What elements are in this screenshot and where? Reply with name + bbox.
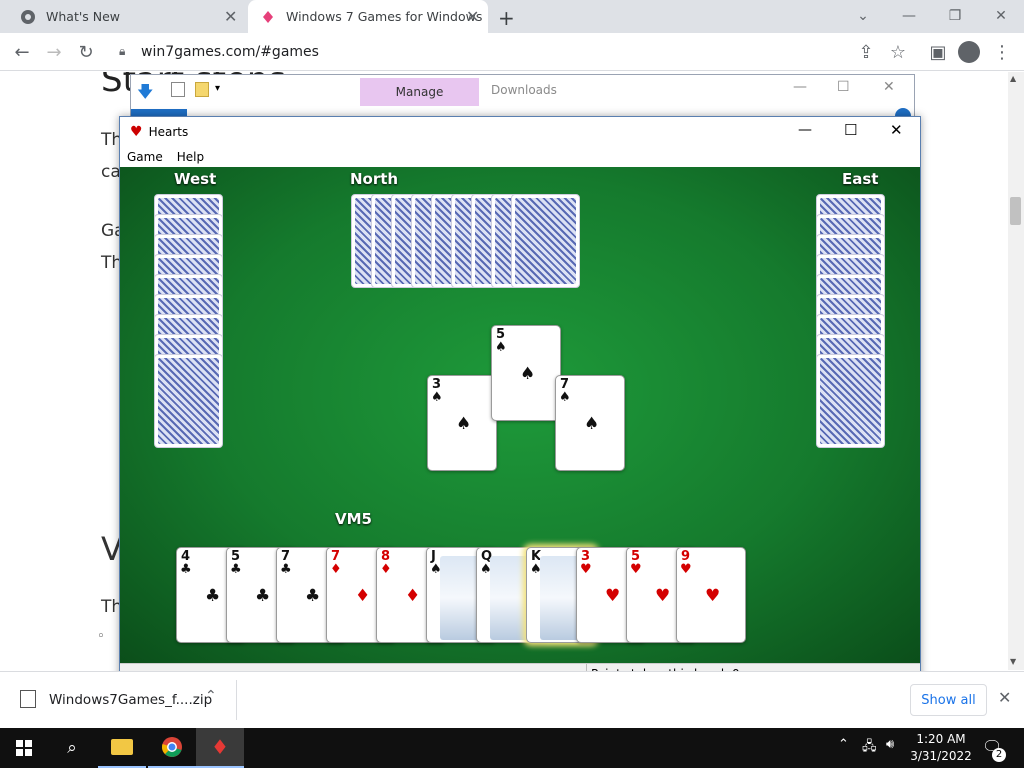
hearts-title-bar: ♥ Hearts — ☐ ✕ <box>120 117 920 147</box>
bookmark-star-icon[interactable]: ☆ <box>886 41 910 63</box>
explorer-maximize-icon[interactable]: ☐ <box>837 79 850 95</box>
card-suit: ♣ <box>230 562 242 577</box>
tab-title: What's New <box>46 9 121 24</box>
page-text-line: ca <box>101 162 121 182</box>
side-panel-icon[interactable]: ▣ <box>926 41 950 63</box>
new-folder-icon[interactable] <box>195 82 209 97</box>
restore-icon[interactable]: ❐ <box>940 4 970 28</box>
east-card-back <box>816 354 885 448</box>
download-filename[interactable]: Windows7Games_f....zip <box>49 692 212 708</box>
window-title: Hearts <box>148 125 189 139</box>
hearts-close-icon[interactable]: ✕ <box>890 121 903 139</box>
show-all-button[interactable]: Show all <box>910 684 987 716</box>
explorer-close-icon[interactable]: ✕ <box>883 79 895 95</box>
close-downloads-icon[interactable]: ✕ <box>998 688 1011 707</box>
download-options-chevron-icon[interactable]: ⌃ <box>205 688 217 704</box>
close-window-icon[interactable]: ✕ <box>986 4 1016 28</box>
explorer-minimize-icon[interactable]: — <box>793 79 807 95</box>
player-east-label: East <box>842 170 879 188</box>
minimize-icon[interactable]: — <box>894 4 924 28</box>
trick-card[interactable]: 7 ♠ ♠ <box>555 375 625 471</box>
profile-avatar-icon[interactable] <box>958 41 980 63</box>
hearts-maximize-icon[interactable]: ☐ <box>844 121 857 139</box>
start-windows-icon[interactable] <box>0 728 48 768</box>
notification-count-badge: 2 <box>992 748 1006 762</box>
card-suit: ♣ <box>180 562 192 577</box>
scrollbar-thumb[interactable] <box>1010 197 1021 225</box>
player-west-label: West <box>174 170 217 188</box>
trick-card[interactable]: 5 ♠ ♠ <box>491 325 561 421</box>
clock-time: 1:20 AM <box>916 732 966 746</box>
card-suit: ♠ <box>495 340 507 355</box>
reload-icon[interactable]: ↻ <box>74 41 98 63</box>
west-card-back <box>154 354 223 448</box>
card-suit: ♠ <box>431 390 443 405</box>
card-suit: ♣ <box>280 562 292 577</box>
quick-access-dropdown-icon[interactable]: ▾ <box>215 83 220 94</box>
scroll-up-arrow-icon[interactable]: ▲ <box>1010 74 1016 83</box>
card-suit: ♠ <box>559 390 571 405</box>
player-north-label: North <box>350 170 399 188</box>
address-bar[interactable]: 🔒︎ win7games.com/#games <box>111 38 836 66</box>
tab-search-icon[interactable]: ⌄ <box>848 4 878 28</box>
player-south-label: VM5 <box>335 510 372 528</box>
clock-date: 3/31/2022 <box>910 749 972 763</box>
menu-help[interactable]: Help <box>170 150 211 164</box>
chrome-taskbar-icon[interactable] <box>148 728 196 768</box>
url-text: win7games.com/#games <box>141 44 319 60</box>
page-scrollbar[interactable] <box>1008 72 1024 670</box>
tab-windows7-games[interactable]: Windows 7 Games for Windows ✕ <box>248 0 488 33</box>
tab-title: Windows 7 Games for Windows <box>286 9 483 24</box>
tab-whats-new[interactable]: What's New ✕ <box>0 0 248 33</box>
north-card-back <box>511 194 580 288</box>
explorer-title: Downloads <box>491 83 557 97</box>
download-divider <box>236 680 237 720</box>
card-suit: ♥ <box>680 562 692 577</box>
scroll-down-arrow-icon[interactable]: ▼ <box>1010 657 1016 666</box>
card-suit: ♦ <box>330 562 342 577</box>
properties-icon[interactable] <box>171 82 185 97</box>
share-icon[interactable]: ⇪ <box>854 41 878 63</box>
downloads-bar: Windows7Games_f....zip ⌃ Show all ✕ <box>0 671 1024 728</box>
download-arrow-icon: 🡇 <box>137 82 154 101</box>
card-suit: ♥ <box>630 562 642 577</box>
network-icon[interactable]: 🖧︎ <box>862 737 877 759</box>
menu-game[interactable]: Game <box>120 150 170 164</box>
volume-icon[interactable]: 🔊︎ <box>886 737 894 752</box>
chrome-icon <box>20 9 36 25</box>
list-bullet: ◦ <box>97 629 105 644</box>
hand-card[interactable]: 9 ♥ ♥ <box>676 547 746 643</box>
zip-file-icon <box>20 690 36 708</box>
show-hidden-icons-icon[interactable]: ⌃ <box>838 737 849 752</box>
manage-tab[interactable]: Manage <box>360 78 479 106</box>
new-tab-button[interactable]: + <box>498 6 515 30</box>
hearts-taskbar-icon[interactable]: ♦ <box>196 728 244 768</box>
trick-card[interactable]: 3 ♠ ♠ <box>427 375 497 471</box>
clock[interactable]: 1:20 AM 3/31/2022 <box>906 731 976 765</box>
site-favicon-icon <box>260 9 276 25</box>
hearts-window: ♥ Hearts — ☐ ✕ Game Help West North East… <box>119 116 921 687</box>
hearts-app-icon: ♥ <box>130 124 143 140</box>
hearts-menu-bar: Game Help <box>120 147 920 167</box>
back-arrow-icon[interactable]: ← <box>10 41 34 63</box>
lock-icon: 🔒︎ <box>119 44 126 58</box>
close-tab-icon[interactable]: ✕ <box>224 7 237 26</box>
forward-arrow-icon[interactable]: → <box>42 41 66 63</box>
menu-kebab-icon[interactable]: ⋮ <box>990 41 1014 63</box>
card-suit: ♥ <box>580 562 592 577</box>
close-tab-icon[interactable]: ✕ <box>466 7 479 26</box>
file-explorer-taskbar-icon[interactable] <box>98 728 146 768</box>
card-suit: ♦ <box>380 562 392 577</box>
game-table: West North East VM5 3 ♠ ♠ 5 ♠ ♠ 7 ♠ ♠ 4 ♣ ♣ 5 ♣ ♣ 7 ♣ ♣ 7 ♦… <box>120 167 920 663</box>
search-icon[interactable]: ⌕ <box>48 728 96 768</box>
browser-tab-strip: What's New ✕ Windows 7 Games for Windows… <box>0 0 1024 33</box>
hearts-minimize-icon[interactable]: — <box>798 122 812 138</box>
